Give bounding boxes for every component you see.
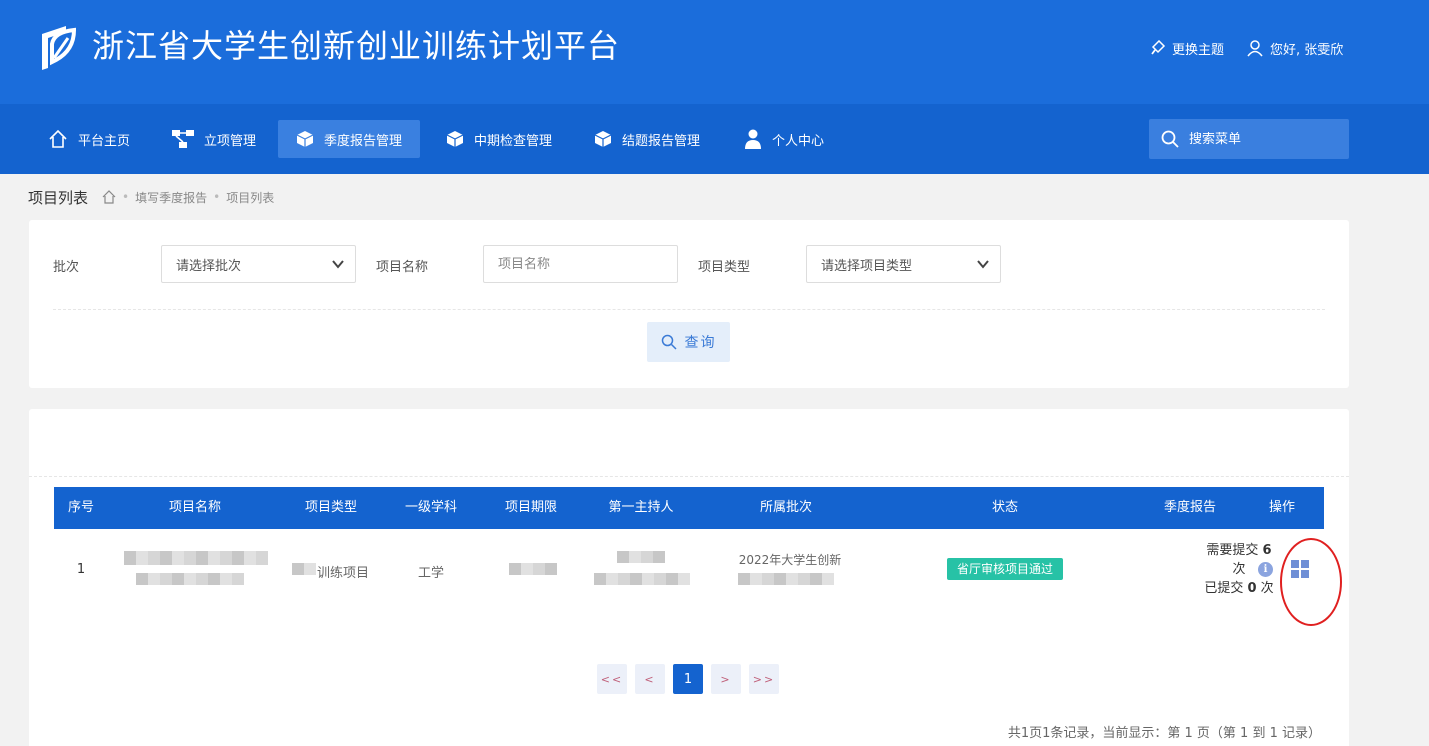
nav-label: 立项管理 bbox=[204, 133, 257, 149]
column-header: 季度报告 bbox=[1163, 500, 1217, 515]
redacted-batch bbox=[738, 573, 834, 585]
column-header: 一级学科 bbox=[404, 500, 458, 515]
pagination-summary: 共1页1条记录，当前显示：第 1 页（第 1 到 1 记录） bbox=[1007, 726, 1321, 741]
column-header: 第一主持人 bbox=[608, 500, 674, 515]
column-header: 所属批次 bbox=[759, 500, 813, 515]
cube-icon bbox=[594, 131, 612, 147]
chevron-down-icon bbox=[332, 260, 344, 269]
project-name-field[interactable] bbox=[483, 245, 678, 283]
redacted-project-name bbox=[136, 573, 244, 585]
required-count-line: 需要提交 6 bbox=[1189, 541, 1289, 560]
row-index: 1 bbox=[76, 562, 86, 577]
cube-icon bbox=[446, 131, 464, 147]
column-header: 项目名称 bbox=[168, 500, 222, 515]
last-page-button[interactable]: >> bbox=[749, 664, 779, 694]
annotation-ellipse bbox=[1280, 538, 1342, 626]
redacted-project-period bbox=[509, 563, 557, 575]
first-page-button[interactable]: << bbox=[597, 664, 627, 694]
nav-label: 结题报告管理 bbox=[622, 133, 701, 149]
status-badge: 省厅审核项目通过 bbox=[947, 558, 1064, 580]
breadcrumb-separator: • bbox=[122, 190, 130, 204]
submitted-prefix: 已提交 bbox=[1204, 581, 1244, 596]
breadcrumb-trail: • 填写季度报告 • 项目列表 bbox=[96, 189, 274, 206]
submitted-suffix: 次 bbox=[1260, 581, 1274, 596]
column-header: 操作 bbox=[1268, 500, 1296, 515]
divider bbox=[29, 476, 1349, 477]
sitemap-icon bbox=[172, 130, 194, 148]
required-count: 6 bbox=[1262, 543, 1272, 558]
chevron-down-icon bbox=[977, 260, 989, 269]
required-prefix: 需要提交 bbox=[1206, 543, 1259, 558]
top-header: 浙江省大学生创新创业训练计划平台 更换主题 您好, 张雯欣 bbox=[0, 0, 1429, 104]
project-table-panel: 序号 项目名称 项目类型 一级学科 项目期限 第一主持人 所属批次 状态 季度报… bbox=[29, 409, 1349, 746]
nav-label: 平台主页 bbox=[78, 133, 131, 149]
nav-item-final-report[interactable]: 结题报告管理 bbox=[576, 120, 718, 158]
page-title: 项目列表 bbox=[28, 188, 89, 207]
nav-label: 中期检查管理 bbox=[474, 133, 553, 149]
column-header: 序号 bbox=[67, 500, 95, 515]
table-header: 序号 项目名称 项目类型 一级学科 项目期限 第一主持人 所属批次 状态 季度报… bbox=[54, 487, 1324, 529]
paintbrush-icon bbox=[1151, 40, 1166, 55]
divider bbox=[53, 309, 1325, 310]
nav-item-project-approval[interactable]: 立项管理 bbox=[154, 120, 274, 158]
project-name-input[interactable] bbox=[498, 256, 668, 272]
filter-panel: 批次 请选择批次 项目名称 项目类型 请选择项目类型 查询 bbox=[29, 220, 1349, 388]
column-header: 项目类型 bbox=[304, 500, 358, 515]
submitted-count-line: 已提交 0 次 bbox=[1189, 579, 1289, 598]
nav-item-quarterly-report[interactable]: 季度报告管理 bbox=[278, 120, 421, 158]
nav-item-home[interactable]: 平台主页 bbox=[30, 120, 148, 158]
project-type-label: 项目类型 bbox=[698, 260, 751, 275]
user-outline-icon bbox=[1247, 40, 1263, 57]
batch-select[interactable]: 请选择批次 bbox=[161, 245, 356, 283]
site-title: 浙江省大学生创新创业训练计划平台 bbox=[92, 27, 621, 65]
column-header: 项目期限 bbox=[504, 500, 558, 515]
pagination: << < 1 > >> bbox=[597, 664, 779, 694]
nav-item-midterm-check[interactable]: 中期检查管理 bbox=[428, 120, 570, 158]
next-page-button[interactable]: > bbox=[711, 664, 741, 694]
change-theme-label: 更换主题 bbox=[1172, 42, 1225, 58]
breadcrumb-item[interactable]: 填写季度报告 bbox=[135, 189, 207, 206]
project-type-select-value: 请选择项目类型 bbox=[821, 258, 913, 274]
required-suffix: 次 bbox=[1232, 562, 1246, 577]
redacted-project-type bbox=[292, 563, 316, 575]
breadcrumb-separator: • bbox=[213, 190, 221, 204]
nav-item-personal-center[interactable]: 个人中心 bbox=[726, 120, 842, 158]
submitted-count: 0 bbox=[1247, 581, 1257, 596]
main-nav: 平台主页 立项管理 季度报告管理 中期检查管理 结题报告管理 个人中心 搜索菜单 bbox=[0, 104, 1429, 174]
table-row: 1 训练项目 工学 2022年大学生创新 省厅审核项目通过 需要提交 6 次 已… bbox=[54, 529, 1324, 629]
user-menu[interactable]: 您好, 张雯欣 bbox=[1246, 38, 1343, 58]
redacted-host-name bbox=[617, 551, 665, 563]
redacted-project-name bbox=[124, 551, 268, 565]
change-theme-link[interactable]: 更换主题 bbox=[1150, 38, 1224, 58]
batch-fragment: 2022年大学生创新 bbox=[738, 553, 842, 567]
home-icon bbox=[49, 129, 67, 148]
query-button-label: 查询 bbox=[684, 335, 717, 351]
project-type-select[interactable]: 请选择项目类型 bbox=[806, 245, 1001, 283]
leaf-logo-icon bbox=[42, 26, 77, 70]
column-header: 状态 bbox=[991, 500, 1019, 515]
breadcrumb: 项目列表 • 填写季度报告 • 项目列表 bbox=[28, 186, 274, 208]
current-page-button[interactable]: 1 bbox=[673, 664, 703, 694]
quarterly-report-summary: 需要提交 6 次 已提交 0 次 bbox=[1189, 541, 1289, 598]
home-icon[interactable] bbox=[102, 190, 116, 204]
discipline-fragment: 工学 bbox=[417, 566, 445, 581]
menu-search[interactable] bbox=[1149, 119, 1349, 159]
project-name-label: 项目名称 bbox=[376, 260, 429, 275]
project-type-fragment: 训练项目 bbox=[316, 566, 370, 581]
redacted-host-name bbox=[594, 573, 690, 585]
info-icon[interactable]: i bbox=[1258, 562, 1273, 577]
search-icon bbox=[661, 334, 677, 350]
menu-search-input[interactable] bbox=[1189, 131, 1339, 147]
prev-page-button[interactable]: < bbox=[635, 664, 665, 694]
batch-label: 批次 bbox=[53, 260, 80, 275]
user-greeting: 您好, 张雯欣 bbox=[1270, 42, 1344, 58]
cube-icon bbox=[296, 131, 314, 147]
nav-label: 个人中心 bbox=[772, 133, 825, 149]
search-icon bbox=[1161, 130, 1179, 148]
breadcrumb-item: 项目列表 bbox=[226, 190, 275, 205]
query-button[interactable]: 查询 bbox=[647, 322, 730, 362]
nav-label: 季度报告管理 bbox=[324, 133, 403, 149]
batch-select-value: 请选择批次 bbox=[176, 258, 242, 274]
user-icon bbox=[745, 129, 761, 149]
